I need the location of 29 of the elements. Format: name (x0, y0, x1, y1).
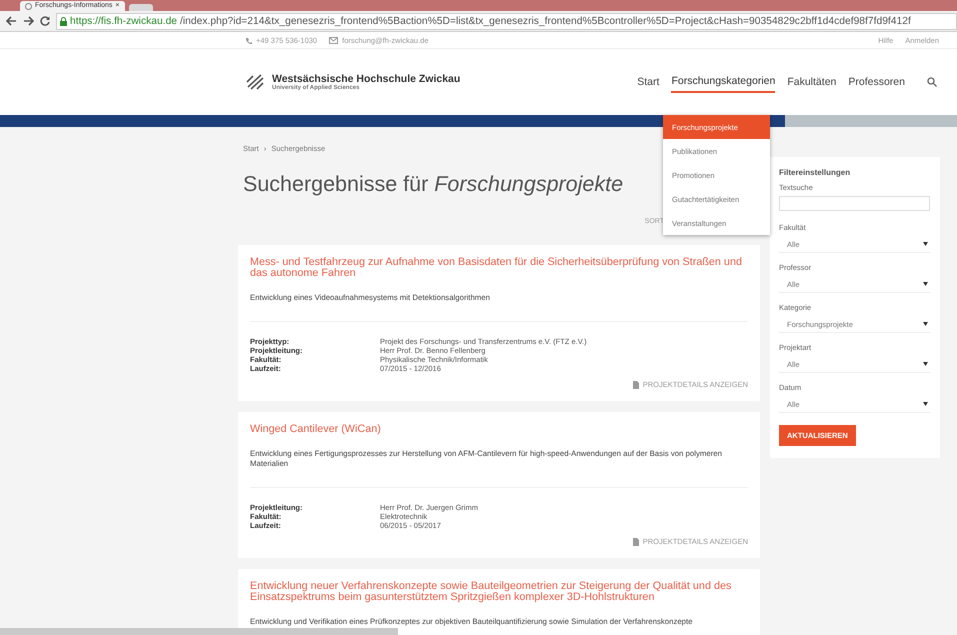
caret-icon (923, 242, 928, 246)
nav-item[interactable]: Professoren (848, 72, 905, 92)
new-tab-button[interactable] (128, 4, 153, 11)
project-title[interactable]: Entwicklung neuer Verfahrenskonzepte sowie Bauteilgeometrien zur Steigerung der Qualität und des Einsatzspektrums beim gasunterstütztem Spritzgießen komplexer 3D-Hohlstrukturen (250, 581, 748, 603)
caret-icon (923, 322, 928, 326)
caret-icon (923, 402, 928, 406)
search-icon[interactable] (927, 77, 937, 87)
text-search-field[interactable] (779, 196, 930, 211)
lock-icon (60, 16, 67, 26)
project-title[interactable]: Winged Cantilever (WiCan) (250, 424, 748, 435)
phone-icon (245, 36, 252, 44)
caret-icon (923, 362, 928, 366)
forward-icon[interactable] (23, 16, 34, 26)
logo-name: Westsächsische Hochschule Zwickau (272, 73, 460, 85)
reload-icon[interactable] (40, 16, 50, 26)
filter-title: Filtereinstellungen (779, 168, 852, 177)
nav-item[interactable]: Fakultäten (787, 72, 836, 92)
document-icon (632, 380, 639, 388)
nav-item[interactable]: Forschungskategorien (671, 71, 776, 93)
project-title[interactable]: Mess- und Testfahrzeug zur Aufnahme von Basisdaten für die Sicherheitsüberprüfung von Straßen und das autonome Fahren (250, 257, 748, 279)
document-icon (632, 538, 639, 546)
caret-icon (923, 282, 928, 286)
page-heading: Suchergebnisse für Forschungsprojekte (243, 172, 624, 198)
address-bar[interactable]: https://fis.fh-zwickau.de /index.php?id=214&tx_genesezris_frontend%5Baction%5D=list&tx_genesezris_frontend%5Bcontroller%5D=Project&cHash=90354829c2bff1d4cdef98f7fd9f412f (56, 12, 957, 30)
globe-icon (25, 2, 32, 10)
nav-item[interactable]: Start (637, 72, 660, 92)
envelope-icon (329, 36, 338, 44)
back-icon[interactable] (6, 16, 17, 26)
logo-icon (245, 73, 265, 91)
